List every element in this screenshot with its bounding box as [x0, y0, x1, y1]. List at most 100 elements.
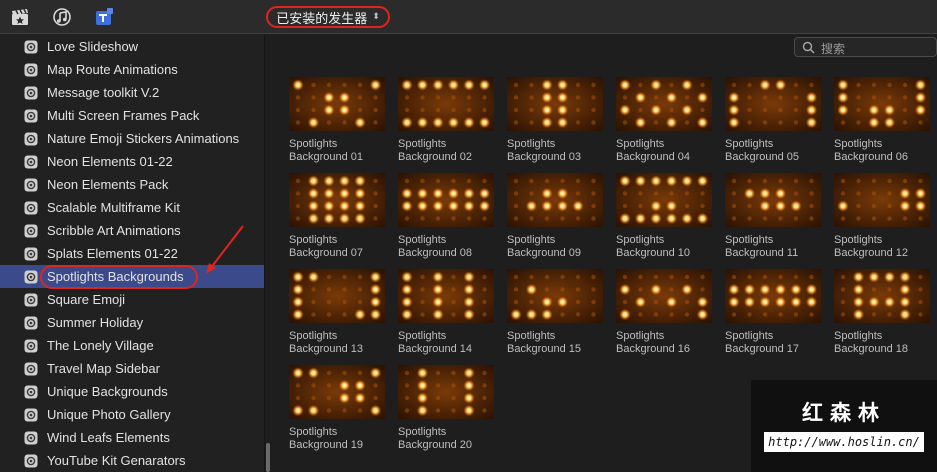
sidebar-item[interactable]: Neon Elements 01-22	[0, 150, 264, 173]
generator-folder-icon	[24, 385, 38, 399]
generator-tile[interactable]: Spotlights Background 01	[276, 77, 385, 165]
sidebar-item[interactable]: Love Slideshow	[0, 35, 264, 58]
sidebar-item[interactable]: Message toolkit V.2	[0, 81, 264, 104]
generator-subtitle: Background 07	[289, 247, 363, 259]
sidebar-item-label: Travel Map Sidebar	[47, 361, 160, 376]
generator-subtitle: Background 18	[834, 343, 908, 355]
generator-folder-icon	[24, 155, 38, 169]
generator-thumbnail[interactable]	[398, 365, 494, 419]
sidebar-item[interactable]: Unique Photo Gallery	[0, 403, 264, 426]
generator-title: Spotlights	[507, 330, 556, 342]
generator-title: Spotlights	[398, 330, 447, 342]
sidebar-item[interactable]: The Lonely Village	[0, 334, 264, 357]
generator-tile[interactable]: Spotlights Background 14	[385, 269, 494, 357]
generator-thumbnail[interactable]	[616, 269, 712, 323]
generator-folder-icon	[24, 40, 38, 54]
generator-tile[interactable]: Spotlights Background 11	[712, 173, 821, 261]
generator-category-select[interactable]: 已安装的发生器 ⬍	[266, 6, 390, 28]
sidebar-item-label: Neon Elements Pack	[47, 177, 169, 192]
sidebar-item[interactable]: Nature Emoji Stickers Animations	[0, 127, 264, 150]
generator-tile[interactable]: Spotlights Background 05	[712, 77, 821, 165]
generator-thumbnail[interactable]	[289, 269, 385, 323]
generator-thumbnail[interactable]	[398, 173, 494, 227]
generator-tile[interactable]: Spotlights Background 02	[385, 77, 494, 165]
sidebar-item[interactable]: Wind Leafs Elements	[0, 426, 264, 449]
sidebar-item[interactable]: YouTube Kit Genarators	[0, 449, 264, 472]
generator-tile[interactable]: Spotlights Background 15	[494, 269, 603, 357]
generator-title: Spotlights	[289, 426, 338, 438]
toolbar: 已安装的发生器 ⬍	[0, 0, 937, 34]
generator-tile[interactable]: Spotlights Background 18	[821, 269, 930, 357]
generator-tile[interactable]: Spotlights Background 08	[385, 173, 494, 261]
sidebar-item[interactable]: Unique Backgrounds	[0, 380, 264, 403]
generator-folder-icon	[24, 224, 38, 238]
generator-title: Spotlights	[507, 234, 556, 246]
generator-subtitle: Background 06	[834, 151, 908, 163]
sidebar-item[interactable]: Multi Screen Frames Pack	[0, 104, 264, 127]
generator-thumbnail[interactable]	[289, 173, 385, 227]
generator-tile[interactable]: Spotlights Background 16	[603, 269, 712, 357]
generator-thumbnail[interactable]	[834, 77, 930, 131]
sidebar-item[interactable]: Travel Map Sidebar	[0, 357, 264, 380]
generator-tile[interactable]: Spotlights Background 09	[494, 173, 603, 261]
generator-thumbnail[interactable]	[616, 173, 712, 227]
search-input[interactable]: 搜索	[794, 37, 937, 57]
generator-subtitle: Background 10	[616, 247, 690, 259]
generator-subtitle: Background 16	[616, 343, 690, 355]
sidebar-item[interactable]: Summer Holiday	[0, 311, 264, 334]
generator-tile[interactable]: Spotlights Background 07	[276, 173, 385, 261]
generator-subtitle: Background 17	[725, 343, 799, 355]
sidebar-item[interactable]: Square Emoji	[0, 288, 264, 311]
generator-thumbnail[interactable]	[398, 269, 494, 323]
generator-folder-icon	[24, 316, 38, 330]
generator-thumbnail[interactable]	[507, 269, 603, 323]
generator-tile[interactable]: Spotlights Background 03	[494, 77, 603, 165]
generator-tile[interactable]: Spotlights Background 06	[821, 77, 930, 165]
generator-subtitle: Background 05	[725, 151, 799, 163]
generator-thumbnail[interactable]	[289, 365, 385, 419]
generator-folder-icon	[24, 454, 38, 468]
sidebar-item[interactable]: Neon Elements Pack	[0, 173, 264, 196]
generator-tile[interactable]: Spotlights Background 19	[276, 365, 385, 453]
generator-thumbnail[interactable]	[725, 173, 821, 227]
sidebar-item[interactable]: Map Route Animations	[0, 58, 264, 81]
generator-tile[interactable]: Spotlights Background 10	[603, 173, 712, 261]
generator-thumbnail[interactable]	[616, 77, 712, 131]
generator-tile[interactable]: Spotlights Background 04	[603, 77, 712, 165]
generator-tile[interactable]: Spotlights Background 13	[276, 269, 385, 357]
sidebar-item-label: Unique Photo Gallery	[47, 407, 171, 422]
generator-thumbnail[interactable]	[725, 269, 821, 323]
generator-folder-icon	[24, 362, 38, 376]
generator-thumbnail[interactable]	[834, 173, 930, 227]
watermark-title: 红森林	[802, 401, 886, 425]
sidebar-item-label: Map Route Animations	[47, 62, 178, 77]
generator-title: Spotlights	[834, 138, 883, 150]
sidebar-item[interactable]: Scalable Multiframe Kit	[0, 196, 264, 219]
clapperboard-star-icon[interactable]	[10, 7, 30, 27]
generator-thumbnail[interactable]	[507, 77, 603, 131]
generator-tile[interactable]: Spotlights Background 12	[821, 173, 930, 261]
generator-thumbnail[interactable]	[834, 269, 930, 323]
generator-thumbnail[interactable]	[725, 77, 821, 131]
generator-thumbnail[interactable]	[507, 173, 603, 227]
generator-title: Spotlights	[398, 138, 447, 150]
generator-folder-icon	[24, 132, 38, 146]
generator-title: Spotlights	[834, 234, 883, 246]
watermark: 红森林 http://www.hoslin.cn/	[751, 380, 937, 472]
generator-subtitle: Background 08	[398, 247, 472, 259]
sidebar-item-label: Nature Emoji Stickers Animations	[47, 131, 240, 146]
generator-thumbnail[interactable]	[398, 77, 494, 131]
generator-thumbnail[interactable]	[289, 77, 385, 131]
generator-title: Spotlights	[834, 330, 883, 342]
generator-tile[interactable]: Spotlights Background 20	[385, 365, 494, 453]
search-icon	[802, 41, 815, 54]
generator-folder-icon	[24, 339, 38, 353]
sidebar-item-label: Multi Screen Frames Pack	[47, 108, 200, 123]
generator-subtitle: Background 12	[834, 247, 908, 259]
sidebar-scrollbar[interactable]	[266, 443, 270, 472]
generator-folder-icon	[24, 270, 38, 284]
music-note-icon[interactable]	[52, 7, 72, 27]
generator-folder-icon	[24, 109, 38, 123]
titles-generators-icon[interactable]	[94, 7, 114, 27]
generator-tile[interactable]: Spotlights Background 17	[712, 269, 821, 357]
